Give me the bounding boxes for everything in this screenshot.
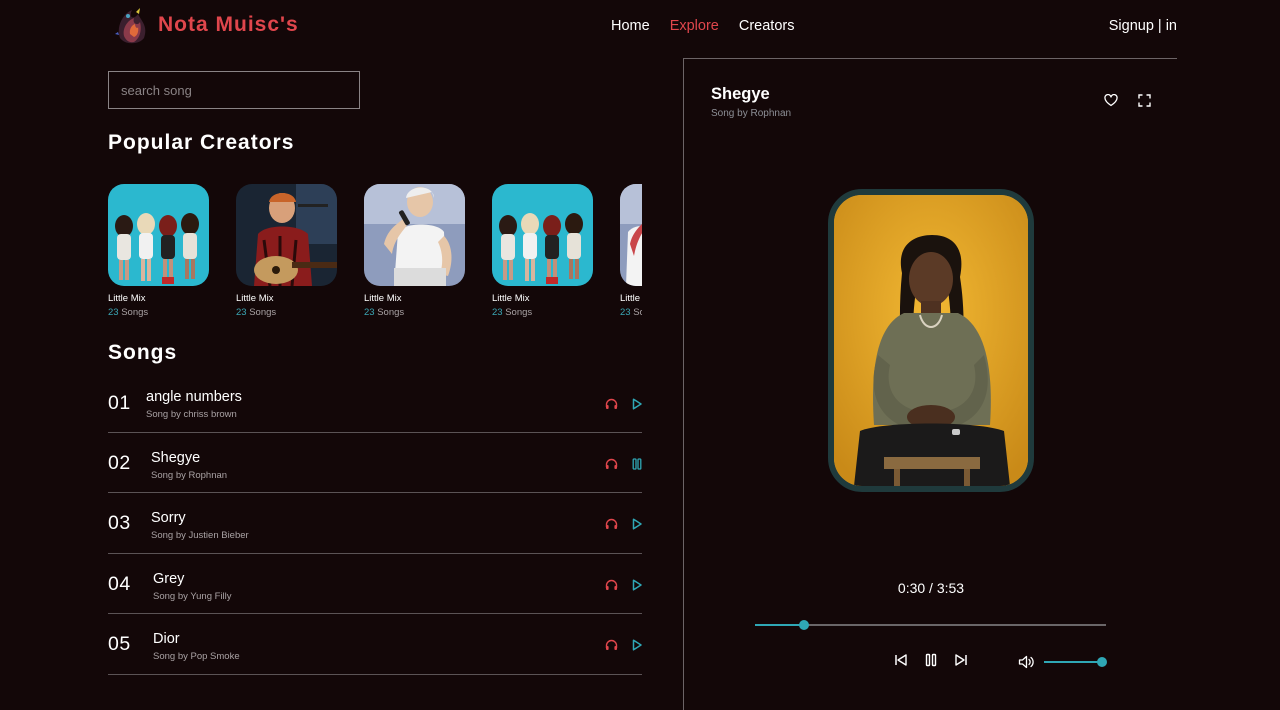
song-artist: Song by chriss brown bbox=[146, 409, 237, 420]
volume-thumb[interactable] bbox=[1097, 657, 1107, 667]
song-number: 02 bbox=[108, 451, 131, 474]
skip-next-icon[interactable] bbox=[954, 653, 968, 667]
song-row[interactable]: 05 Dior Song by Pop Smoke bbox=[108, 614, 642, 675]
creator-image bbox=[620, 184, 642, 286]
song-number: 05 bbox=[108, 633, 131, 655]
headphones-icon[interactable] bbox=[605, 518, 618, 530]
song-artist: Song by Pop Smoke bbox=[153, 651, 240, 662]
song-number: 03 bbox=[108, 512, 131, 534]
creator-song-count: 23 Songs bbox=[620, 307, 642, 318]
song-title: Sorry bbox=[151, 510, 186, 526]
progress-thumb[interactable] bbox=[799, 620, 810, 630]
creator-song-count: 23 Songs bbox=[236, 307, 277, 318]
top-header: Nota Muisc's Home Explore Creators Signu… bbox=[0, 0, 1280, 54]
heart-icon[interactable] bbox=[1104, 94, 1118, 107]
nav-creators[interactable]: Creators bbox=[739, 18, 795, 34]
song-row[interactable]: 01 angle numbers Song by chriss brown bbox=[108, 372, 642, 433]
album-cover bbox=[828, 189, 1034, 492]
songs-title: Songs bbox=[108, 341, 178, 364]
playback-time: 0:30 / 3:53 bbox=[897, 580, 965, 596]
song-row[interactable]: 03 Sorry Song by Justien Bieber bbox=[108, 493, 642, 554]
song-row-actions bbox=[605, 457, 642, 470]
creator-card[interactable]: Little Mix 23 Songs bbox=[620, 184, 642, 318]
creator-image bbox=[108, 184, 209, 286]
song-title: Shegye bbox=[151, 449, 201, 466]
song-row-actions bbox=[605, 639, 642, 651]
progress-bar[interactable] bbox=[755, 620, 1106, 630]
now-playing-title: Shegye bbox=[711, 85, 770, 103]
play-icon[interactable] bbox=[632, 639, 642, 651]
creator-image bbox=[236, 184, 337, 286]
creator-card[interactable]: Little Mix 23 Songs bbox=[492, 184, 593, 318]
now-playing-panel: Shegye Song by Rophnan 0:30 / 3:53 bbox=[683, 58, 1177, 710]
play-icon[interactable] bbox=[632, 578, 642, 591]
song-title: angle numbers bbox=[146, 389, 242, 405]
headphones-icon[interactable] bbox=[605, 398, 618, 410]
now-playing-artist: Song by Rophnan bbox=[711, 108, 792, 119]
creator-name: Little Mix bbox=[236, 293, 274, 304]
pause-icon[interactable] bbox=[924, 653, 938, 667]
headphones-icon[interactable] bbox=[605, 458, 618, 470]
song-row-actions bbox=[605, 398, 642, 410]
creator-card[interactable]: Little Mix 23 Songs bbox=[236, 184, 337, 318]
song-list: 01 angle numbers Song by chriss brown 02… bbox=[108, 372, 642, 675]
creator-song-count: 23 Songs bbox=[364, 307, 405, 318]
headphones-icon[interactable] bbox=[605, 639, 618, 651]
volume-fill bbox=[1044, 661, 1102, 663]
song-row-actions bbox=[605, 578, 642, 591]
song-title: Grey bbox=[153, 570, 185, 587]
creator-name: Little Mix bbox=[364, 293, 402, 304]
creator-card[interactable]: Little Mix 23 Songs bbox=[364, 184, 465, 318]
nav-explore[interactable]: Explore bbox=[670, 18, 719, 34]
play-icon[interactable] bbox=[632, 398, 642, 410]
creator-card[interactable]: Little Mix 23 Songs bbox=[108, 184, 209, 318]
creator-name: Little Mix bbox=[620, 293, 642, 304]
playback-controls bbox=[894, 653, 968, 667]
skip-previous-icon[interactable] bbox=[894, 653, 908, 667]
volume-icon[interactable] bbox=[1018, 655, 1035, 669]
song-artist: Song by Yung Filly bbox=[153, 590, 232, 602]
creator-song-count: 23 Songs bbox=[492, 307, 533, 318]
now-playing-actions bbox=[1104, 94, 1151, 107]
brand-name[interactable]: Nota Muisc's bbox=[158, 13, 299, 37]
song-row-actions bbox=[605, 518, 642, 530]
nav-home[interactable]: Home bbox=[611, 18, 650, 34]
song-title: Dior bbox=[153, 631, 180, 647]
song-artist: Song by Rophnan bbox=[151, 469, 228, 481]
song-row[interactable]: 04 Grey Song by Yung Filly bbox=[108, 554, 642, 614]
play-icon[interactable] bbox=[632, 518, 642, 530]
fullscreen-icon[interactable] bbox=[1138, 94, 1151, 107]
popular-creators-title: Popular Creators bbox=[108, 131, 295, 154]
creators-carousel[interactable]: Little Mix 23 Songs Little Mix 23 Songs … bbox=[108, 184, 642, 324]
progress-fill bbox=[755, 624, 805, 626]
song-number: 04 bbox=[108, 572, 131, 595]
song-row[interactable]: 02 Shegye Song by Rophnan bbox=[108, 433, 642, 493]
creator-image bbox=[364, 184, 465, 286]
creator-song-count: 23 Songs bbox=[108, 307, 149, 318]
pause-icon[interactable] bbox=[632, 457, 642, 470]
creator-name: Little Mix bbox=[108, 293, 146, 304]
headphones-icon[interactable] bbox=[605, 579, 618, 591]
signup-signin-link[interactable]: Signup | in bbox=[1109, 18, 1177, 34]
creator-image bbox=[492, 184, 593, 286]
song-artist: Song by Justien Bieber bbox=[151, 530, 249, 541]
main-nav: Home Explore Creators bbox=[611, 18, 794, 34]
song-number: 01 bbox=[108, 392, 131, 414]
abstract-music-logo-icon[interactable] bbox=[112, 4, 152, 48]
creator-name: Little Mix bbox=[492, 293, 530, 304]
search-input[interactable] bbox=[108, 71, 360, 109]
volume-slider[interactable] bbox=[1044, 657, 1107, 667]
